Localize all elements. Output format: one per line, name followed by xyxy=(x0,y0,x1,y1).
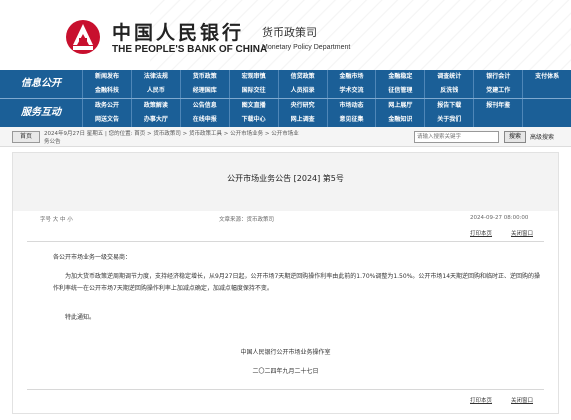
breadcrumb-item-tools[interactable]: 货币政策工具 xyxy=(189,131,222,137)
nav-item[interactable]: 政策解读 xyxy=(130,99,180,113)
current-date: 2024年9月27日 星期五 xyxy=(44,131,104,137)
nav-item[interactable]: 银行会计 xyxy=(473,70,522,84)
nav-item[interactable]: 人民币 xyxy=(130,84,180,98)
article-title: 公开市场业务公告 [2024] 第5号 xyxy=(227,174,344,183)
close-window-link-bottom[interactable]: 关闭窗口 xyxy=(511,396,533,404)
breadcrumb-item-omo[interactable]: 公开市场业务 xyxy=(230,131,263,137)
nav-item xyxy=(522,99,571,113)
nav-item[interactable]: 国际交往 xyxy=(228,84,278,98)
article-timestamp: 2024-09-27 08:00:00 xyxy=(470,215,529,221)
nav-item[interactable]: 人员招录 xyxy=(277,84,327,98)
nav-row: 政务公开 政策解读 公告信息 图文直播 央行研究 市场动态 网上展厅 报告下载 报刊年鉴 xyxy=(82,99,571,113)
nav-item[interactable]: 意见征集 xyxy=(326,113,376,127)
home-button[interactable]: 首页 xyxy=(12,131,40,143)
main-navigation: 信息公开 服务互动 新闻发布 法律法规 货币政策 宏观审慎 信贷政策 金融市场 金融稳定 调查… xyxy=(0,70,571,127)
search-button[interactable]: 搜索 xyxy=(504,131,526,143)
nav-item[interactable]: 公告信息 xyxy=(179,99,229,113)
nav-row: 金融科技 人民币 经理国库 国际交往 人员招录 学术交流 征信管理 反洗钱 党建工作 xyxy=(82,84,571,98)
nav-item[interactable]: 反洗钱 xyxy=(424,84,473,98)
nav-item[interactable]: 网上展厅 xyxy=(375,99,424,113)
article-header: 公开市场业务公告 [2024] 第5号 xyxy=(13,153,558,211)
advanced-search-link[interactable]: 高级搜索 xyxy=(530,132,554,141)
signature-date: 二〇二四年九月二十七日 xyxy=(252,368,319,375)
article-salutation: 各公开市场业务一级交易商： xyxy=(53,254,132,261)
font-size-selector[interactable]: 字号 大 中 小 xyxy=(40,215,73,223)
pboc-logo-icon[interactable] xyxy=(64,18,102,56)
article-closing: 特此通知。 xyxy=(65,314,96,321)
dept-name-cn: 货币政策司 xyxy=(262,26,317,39)
nav-item[interactable]: 央行研究 xyxy=(277,99,327,113)
nav-item[interactable]: 法律法规 xyxy=(130,70,180,84)
nav-menu-grid: 新闻发布 法律法规 货币政策 宏观审慎 信贷政策 金融市场 金融稳定 调查统计 银行会计 支付体系… xyxy=(82,70,571,127)
nav-item[interactable]: 学术交流 xyxy=(326,84,376,98)
breadcrumb-tail[interactable]: 务公告 xyxy=(44,137,61,145)
site-banner: 中国人民银行 THE PEOPLE'S BANK OF CHINA 货币政策司 … xyxy=(0,0,571,70)
print-page-link[interactable]: 打印本页 xyxy=(470,229,492,237)
nav-item[interactable]: 在线申报 xyxy=(179,113,229,127)
breadcrumb-prefix: | 您的位置: xyxy=(105,131,133,137)
breadcrumb: | 您的位置: 首页 > 货币政策司 > 货币政策工具 > 公开市场业务 > 公… xyxy=(105,131,299,137)
nav-item[interactable]: 下载中心 xyxy=(228,113,278,127)
breadcrumb-item-dept[interactable]: 货币政策司 xyxy=(153,131,181,137)
nav-item[interactable]: 金融知识 xyxy=(375,113,424,127)
nav-item xyxy=(473,113,522,127)
nav-item[interactable]: 党建工作 xyxy=(473,84,522,98)
breadcrumb-item-current[interactable]: 公开市场业 xyxy=(271,131,299,137)
nav-item[interactable]: 网上调查 xyxy=(277,113,327,127)
nav-item xyxy=(522,84,571,98)
nav-section-service: 服务互动 xyxy=(21,107,61,118)
nav-item[interactable]: 政务公开 xyxy=(82,99,131,113)
article-source: 文章来源：货币政策司 xyxy=(219,217,275,223)
bank-name-cn: 中国人民银行 xyxy=(112,22,245,44)
print-page-link-bottom[interactable]: 打印本页 xyxy=(470,396,492,404)
signature-organization: 中国人民银行公开市场业务操作室 xyxy=(240,349,331,356)
nav-item[interactable]: 支付体系 xyxy=(522,70,571,84)
nav-item[interactable]: 征信管理 xyxy=(375,84,424,98)
nav-item[interactable]: 金融市场 xyxy=(326,70,376,84)
nav-section-info-public: 信息公开 xyxy=(21,78,61,89)
nav-item[interactable]: 新闻发布 xyxy=(82,70,131,84)
article-card: 公开市场业务公告 [2024] 第5号 字号 大 中 小 文章来源：货币政策司 … xyxy=(12,152,559,414)
breadcrumb-item-home[interactable]: 首页 xyxy=(134,131,145,137)
nav-item[interactable]: 市场动态 xyxy=(326,99,376,113)
search-input[interactable] xyxy=(414,131,499,143)
nav-item[interactable]: 金融科技 xyxy=(82,84,131,98)
article-divider-top xyxy=(27,241,544,242)
dept-name-en: Monetary Policy Department xyxy=(262,44,351,51)
nav-row: 网送文告 办事大厅 在线申报 下载中心 网上调查 意见征集 金融知识 关于我们 xyxy=(82,113,571,127)
nav-item[interactable]: 货币政策 xyxy=(179,70,229,84)
nav-item[interactable]: 网送文告 xyxy=(82,113,131,127)
nav-item[interactable]: 调查统计 xyxy=(424,70,473,84)
nav-item[interactable]: 信贷政策 xyxy=(277,70,327,84)
bank-name-en: THE PEOPLE'S BANK OF CHINA xyxy=(112,44,268,55)
nav-item[interactable]: 办事大厅 xyxy=(130,113,180,127)
breadcrumb-bar: 首页 2024年9月27日 星期五 | 您的位置: 首页 > 货币政策司 > 货… xyxy=(0,127,571,147)
article-divider-bottom xyxy=(27,389,544,390)
close-window-link[interactable]: 关闭窗口 xyxy=(511,229,533,237)
nav-item[interactable]: 经理国库 xyxy=(179,84,229,98)
nav-item xyxy=(522,113,571,127)
nav-item[interactable]: 关于我们 xyxy=(424,113,473,127)
nav-row: 新闻发布 法律法规 货币政策 宏观审慎 信贷政策 金融市场 金融稳定 调查统计 银行会计 支付体系 xyxy=(82,70,571,84)
nav-item[interactable]: 报告下载 xyxy=(424,99,473,113)
article-body: 为加大货币政策逆周期调节力度，支持经济稳定增长，从9月27日起，公开市场7天期逆… xyxy=(53,273,541,292)
nav-item[interactable]: 宏观审慎 xyxy=(228,70,278,84)
top-actions: 打印本页 关闭窗口 xyxy=(13,227,558,239)
nav-item[interactable]: 图文直播 xyxy=(228,99,278,113)
nav-item[interactable]: 金融稳定 xyxy=(375,70,424,84)
nav-item[interactable]: 报刊年鉴 xyxy=(473,99,522,113)
